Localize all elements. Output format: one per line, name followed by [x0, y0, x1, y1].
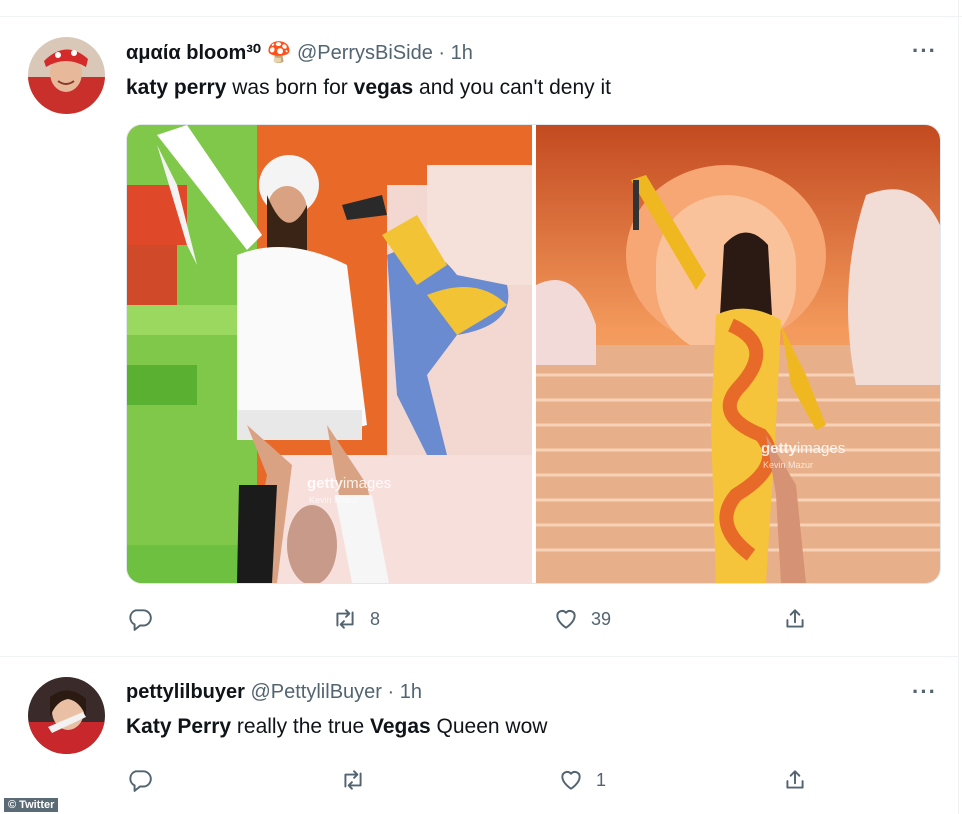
text-plain: really the true: [231, 715, 370, 738]
reply-button[interactable]: [127, 767, 153, 793]
heart-icon: [556, 609, 576, 629]
handle[interactable]: @PerrysBiSide: [297, 42, 433, 64]
retweet-button[interactable]: 8: [332, 606, 380, 632]
tweet-1[interactable]: αμαία bloom³⁰ 🍄 @PerrysBiSide · 1h ··· k…: [0, 0, 958, 655]
retweet-icon: [336, 609, 354, 629]
copyright-badge: © Twitter: [4, 798, 59, 812]
text-bold: vegas: [353, 76, 414, 99]
share-icon: [786, 609, 804, 628]
photo-1[interactable]: gettyimages Kevin Mazur: [127, 125, 532, 583]
avatar[interactable]: [28, 677, 105, 754]
watermark-word: images: [796, 440, 846, 457]
share-button[interactable]: [782, 767, 808, 793]
share-button[interactable]: [782, 606, 808, 632]
display-name[interactable]: αμαία bloom³⁰: [126, 42, 261, 64]
getty-watermark: gettyimages: [307, 475, 391, 492]
heart-icon: [561, 770, 581, 790]
mushroom-emoji: 🍄: [266, 42, 292, 64]
text-bold: katy perry: [126, 76, 227, 99]
right-border: [958, 0, 959, 814]
reply-icon: [129, 770, 152, 792]
separator: ·: [387, 681, 395, 703]
like-count: 1: [596, 769, 607, 790]
media-grid[interactable]: gettyimages Kevin Mazur gettyimages Kevi…: [126, 124, 941, 584]
photo-2[interactable]: gettyimages Kevin Mazur: [536, 125, 940, 583]
photo-credit: Kevin Mazur: [309, 495, 360, 505]
retweet-icon: [344, 770, 362, 790]
reply-icon: [129, 609, 152, 631]
timestamp[interactable]: 1h: [451, 42, 473, 64]
text-plain: and you can't deny it: [413, 76, 611, 99]
tweet-text: katy perry was born for vegas and you ca…: [126, 76, 611, 100]
retweet-button[interactable]: [340, 767, 366, 793]
text-plain: Queen wow: [430, 715, 548, 738]
watermark-brand: getty: [761, 440, 797, 457]
watermark-word: images: [342, 475, 392, 492]
handle[interactable]: @PettylilBuyer: [250, 681, 381, 703]
tweet-header: pettylilbuyer @PettylilBuyer · 1h: [126, 681, 422, 704]
more-options-button[interactable]: ···: [912, 679, 937, 705]
text-plain: was born for: [226, 76, 354, 99]
reply-button[interactable]: [127, 606, 153, 632]
tweet-2[interactable]: pettylilbuyer @PettylilBuyer · 1h ··· Ka…: [0, 657, 958, 814]
share-icon: [786, 770, 804, 789]
avatar[interactable]: [28, 37, 105, 114]
text-bold: Vegas: [369, 715, 431, 738]
like-count: 39: [591, 608, 612, 629]
separator: ·: [438, 42, 446, 64]
like-button[interactable]: 39: [553, 606, 611, 632]
timestamp[interactable]: 1h: [400, 681, 422, 703]
retweet-count: 8: [370, 608, 381, 629]
tweet-text: Katy Perry really the true Vegas Queen w…: [126, 715, 547, 739]
more-options-button[interactable]: ···: [912, 38, 937, 64]
getty-watermark: gettyimages: [761, 440, 845, 457]
tweet-header: αμαία bloom³⁰ 🍄 @PerrysBiSide · 1h: [126, 40, 473, 65]
display-name[interactable]: pettylilbuyer: [126, 681, 245, 703]
watermark-brand: getty: [307, 475, 343, 492]
like-button[interactable]: 1: [558, 767, 606, 793]
photo-credit: Kevin Mazur: [763, 460, 814, 470]
text-bold: Katy Perry: [126, 715, 232, 738]
